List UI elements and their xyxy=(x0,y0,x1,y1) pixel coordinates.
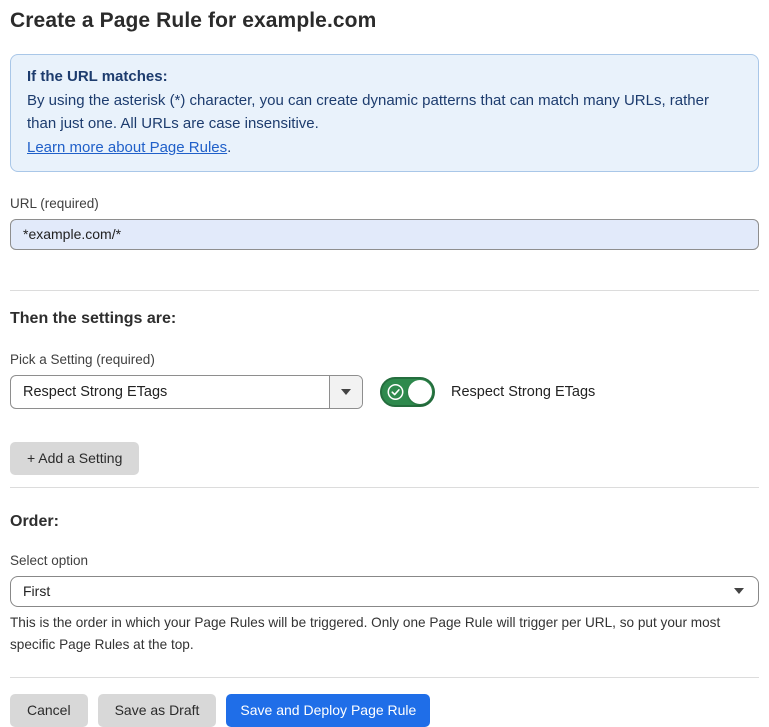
chevron-down-icon xyxy=(734,588,744,594)
order-help-text: This is the order in which your Page Rul… xyxy=(10,612,759,656)
setting-toggle[interactable] xyxy=(380,377,435,407)
page-title: Create a Page Rule for example.com xyxy=(10,9,759,33)
toggle-knob[interactable] xyxy=(408,380,432,404)
add-setting-button[interactable]: + Add a Setting xyxy=(10,442,139,475)
save-and-deploy-button[interactable]: Save and Deploy Page Rule xyxy=(226,694,430,727)
link-period: . xyxy=(227,139,231,156)
info-box-link-line: Learn more about Page Rules. xyxy=(27,136,742,160)
info-box-heading: If the URL matches: xyxy=(27,65,742,89)
divider xyxy=(10,487,759,488)
settings-section-heading: Then the settings are: xyxy=(10,310,759,328)
setting-select-caret-segment[interactable] xyxy=(329,376,362,408)
setting-select-value: Respect Strong ETags xyxy=(11,376,329,408)
check-icon xyxy=(387,383,404,400)
save-as-draft-button[interactable]: Save as Draft xyxy=(98,694,217,727)
cancel-button[interactable]: Cancel xyxy=(10,694,88,727)
url-field-label: URL (required) xyxy=(10,196,759,211)
learn-more-link[interactable]: Learn more about Page Rules xyxy=(27,139,227,156)
setting-select[interactable]: Respect Strong ETags xyxy=(10,375,363,409)
url-input[interactable] xyxy=(10,219,759,250)
toggle-label: Respect Strong ETags xyxy=(451,384,595,400)
setting-row: Respect Strong ETags Respect Strong ETag… xyxy=(10,375,759,409)
order-select[interactable]: First xyxy=(10,576,759,607)
order-select-label: Select option xyxy=(10,553,759,568)
info-box-body: By using the asterisk (*) character, you… xyxy=(27,89,742,136)
order-select-value: First xyxy=(23,583,734,599)
form-actions: Cancel Save as Draft Save and Deploy Pag… xyxy=(10,694,759,727)
url-match-info-box: If the URL matches: By using the asteris… xyxy=(10,54,759,172)
divider xyxy=(10,677,759,678)
order-section-heading: Order: xyxy=(10,513,759,531)
chevron-down-icon xyxy=(341,389,351,395)
divider xyxy=(10,290,759,291)
pick-setting-label: Pick a Setting (required) xyxy=(10,352,759,367)
